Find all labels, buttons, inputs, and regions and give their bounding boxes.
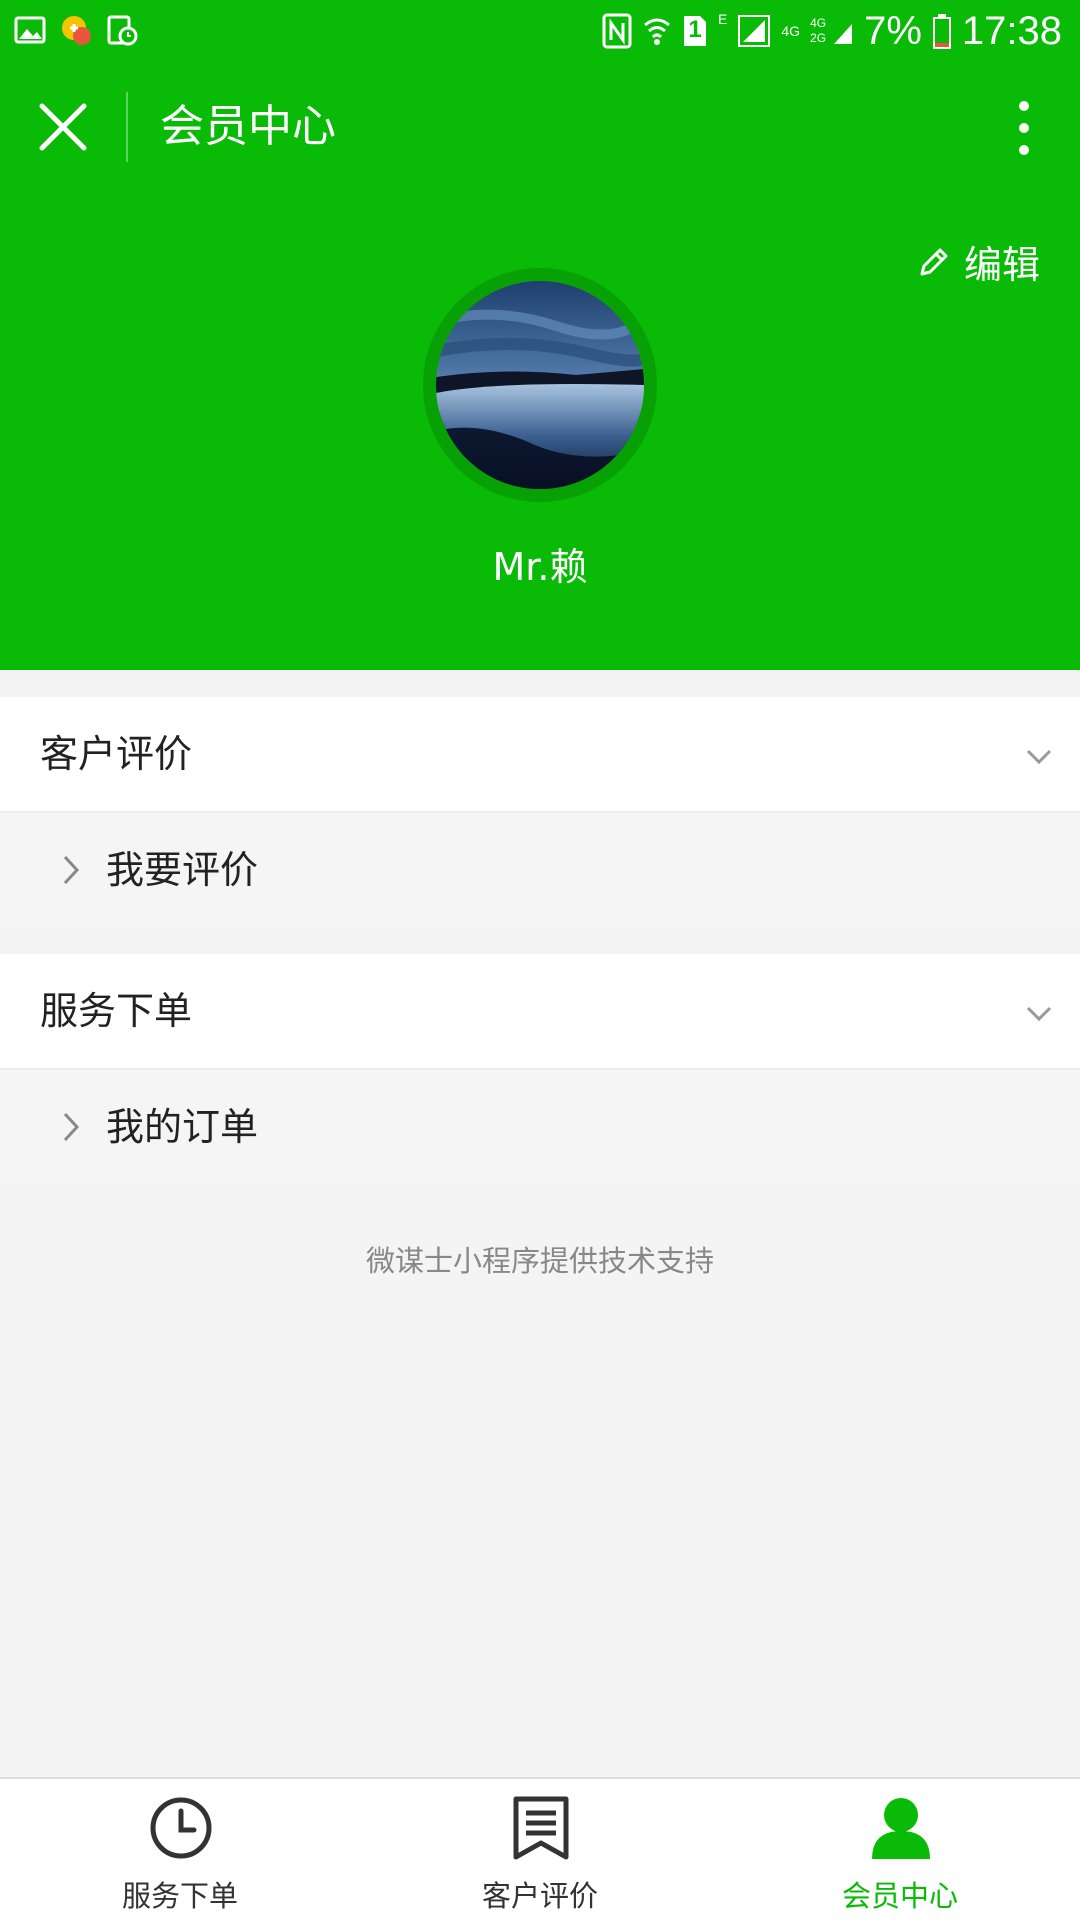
section-title: 客户评价: [40, 732, 193, 776]
section-header-reviews[interactable]: 客户评价: [0, 697, 1080, 813]
gallery-notification-icon: [14, 16, 46, 44]
signal-icon: [738, 15, 771, 47]
sim-slot-number: 1: [688, 16, 702, 43]
section-title: 服务下单: [40, 989, 193, 1033]
navigation-bar: 会员中心: [0, 62, 1080, 192]
avatar-landscape-image: [436, 281, 644, 489]
list-item-write-review[interactable]: 我要评价: [0, 813, 1080, 927]
tech-support-note: 微谋士小程序提供技术支持: [365, 1244, 714, 1278]
edit-button[interactable]: 编辑: [916, 234, 1040, 289]
tab-customer-review[interactable]: 客户评价: [360, 1779, 720, 1922]
username: Mr.赖: [492, 545, 588, 589]
profile-header: 编辑 Mr.赖: [0, 192, 1080, 670]
tab-label: 服务下单: [121, 1879, 238, 1913]
clock-icon: [150, 1797, 212, 1859]
app-notification-icon: [62, 16, 91, 45]
tab-service-order[interactable]: 服务下单: [0, 1779, 360, 1922]
nfc-icon: [602, 13, 632, 49]
status-notification-icons: [14, 14, 138, 46]
network-e-label: E: [718, 11, 728, 27]
tab-member-center[interactable]: 会员中心: [720, 1779, 1080, 1922]
battery-percent: 7%: [864, 8, 922, 53]
list-item-label: 我要评价: [106, 848, 259, 892]
bookmark-list-icon: [513, 1796, 569, 1860]
bottom-tab-bar: 服务下单 客户评价 会员中心: [0, 1777, 1080, 1922]
nav-divider: [126, 92, 128, 162]
close-icon[interactable]: [36, 100, 90, 154]
chevron-right-icon: [63, 855, 80, 885]
tab-label: 客户评价: [481, 1879, 598, 1913]
user-icon: [872, 1798, 930, 1859]
schedule-notification-icon: [107, 15, 138, 46]
chevron-right-icon: [63, 1112, 80, 1142]
section-header-orders[interactable]: 服务下单: [0, 954, 1080, 1070]
page-title: 会员中心: [160, 101, 336, 152]
more-vertical-icon[interactable]: [1014, 98, 1034, 158]
avatar-ring: [423, 268, 657, 502]
sim-1-icon: 1: [682, 14, 708, 48]
pencil-icon: [920, 248, 948, 275]
network-4g-2g-label: 4G 2G: [810, 16, 827, 45]
clock-time: 17:38: [961, 8, 1062, 53]
list-item-my-orders[interactable]: 我的订单: [0, 1070, 1080, 1184]
chevron-down-icon: [1026, 1006, 1052, 1022]
status-bar: 1 E 4G 4G 2G 7% 17:38: [0, 0, 1080, 62]
tab-label: 会员中心: [841, 1879, 958, 1913]
avatar[interactable]: [436, 281, 644, 489]
network-4g-label: 4G: [781, 23, 801, 39]
wifi-icon: [644, 18, 671, 45]
signal-2-icon: 4G 2G: [810, 14, 854, 48]
battery-icon: [932, 14, 951, 49]
status-system-icons: 1 E 4G 4G 2G 7% 17:38: [602, 8, 1062, 54]
chevron-down-icon: [1026, 749, 1052, 765]
list-item-label: 我的订单: [106, 1105, 259, 1149]
edit-label: 编辑: [963, 243, 1040, 287]
